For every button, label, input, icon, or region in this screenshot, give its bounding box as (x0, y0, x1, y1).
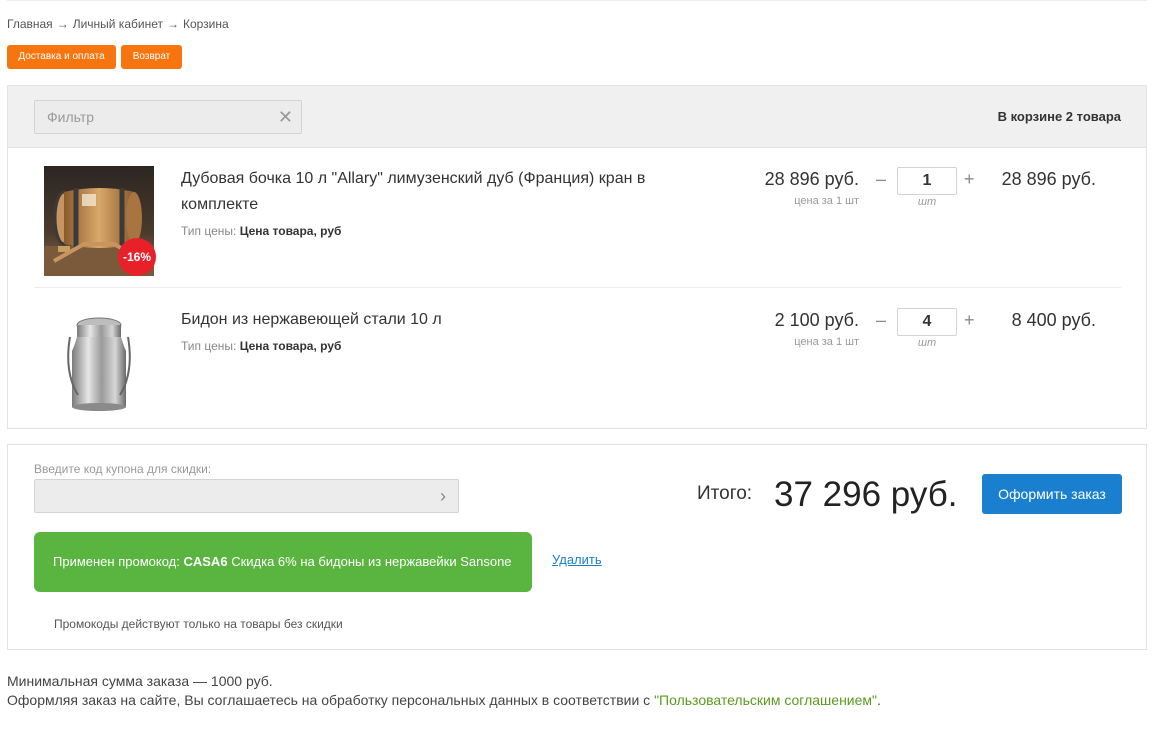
filter-field: ✕ (34, 100, 302, 134)
coupon-input[interactable] (34, 479, 459, 513)
applied-promo-banner: Применен промокод: CASA6 Скидка 6% на би… (34, 532, 532, 592)
cart-panel: ✕ В корзине 2 товара (7, 85, 1147, 429)
promo-code: CASA6 (183, 554, 228, 569)
unit-price-note: цена за 1 шт (794, 336, 859, 348)
agreement-text: Оформляя заказ на сайте, Вы соглашаетесь… (7, 692, 655, 708)
quantity-unit: шт (917, 196, 937, 208)
unit-price: 28 896 руб. (764, 169, 859, 189)
cart-count: В корзине 2 товара (997, 109, 1121, 124)
unit-price: 2 100 руб. (774, 310, 859, 330)
price-type-value: Цена товара, руб (239, 339, 342, 353)
quantity-input[interactable]: 4 (897, 308, 957, 336)
item-divider (34, 287, 1121, 288)
decrease-quantity-button[interactable]: – (876, 169, 886, 190)
increase-quantity-button[interactable]: + (964, 310, 975, 331)
remove-promo-link[interactable]: Удалить (552, 552, 602, 567)
item-total: 8 400 руб. (1011, 310, 1096, 330)
breadcrumb-separator: → (56, 17, 69, 31)
order-summary-panel: Введите код купона для скидки: › Примене… (7, 444, 1147, 650)
price-type-label: Тип цены: (181, 339, 237, 353)
close-icon[interactable]: ✕ (278, 107, 293, 128)
item-total: 28 896 руб. (1001, 169, 1096, 189)
cart-header: ✕ В корзине 2 товара (8, 86, 1146, 148)
top-divider (7, 0, 1147, 2)
delivery-payment-button[interactable]: Доставка и оплата (7, 45, 116, 69)
min-order-note: Минимальная сумма заказа — 1000 руб. (7, 673, 273, 689)
checkout-button[interactable]: Оформить заказ (982, 474, 1122, 514)
promo-note: Промокоды действуют только на товары без… (54, 617, 343, 631)
increase-quantity-button[interactable]: + (964, 169, 975, 190)
breadcrumb: Главная → Личный кабинет → Корзина (7, 17, 229, 31)
chevron-right-icon[interactable]: › (440, 479, 446, 513)
product-name[interactable]: Дубовая бочка 10 л "Allary" лимузенский … (181, 166, 701, 218)
breadcrumb-cart: Корзина (182, 17, 229, 31)
discount-badge: -16% (118, 238, 156, 276)
price-type-label: Тип цены: (181, 224, 237, 238)
coupon-label: Введите код купона для скидки: (34, 462, 212, 476)
total-value: 37 296 руб. (774, 475, 958, 514)
unit-price-note: цена за 1 шт (794, 195, 859, 207)
oak-barrel-image[interactable]: -16% (44, 166, 156, 276)
agreement-suffix: . (877, 692, 881, 708)
breadcrumb-account[interactable]: Личный кабинет (73, 17, 163, 31)
breadcrumb-home[interactable]: Главная (7, 17, 53, 31)
quantity-input[interactable]: 1 (897, 167, 957, 195)
promo-prefix: Применен промокод: (53, 554, 180, 569)
cart-item: -16% Дубовая бочка 10 л "Allary" лимузен… (34, 166, 1121, 278)
promo-description: Скидка 6% на бидоны из нержавейки Sanson… (231, 554, 512, 569)
milk-can-image[interactable] (44, 307, 154, 417)
cart-item: Бидон из нержавеющей стали 10 л Тип цены… (34, 307, 1121, 417)
product-name[interactable]: Бидон из нержавеющей стали 10 л (181, 307, 701, 333)
price-type: Тип цены: Цена товара, руб (181, 224, 341, 238)
returns-button[interactable]: Возврат (121, 45, 182, 69)
price-type: Тип цены: Цена товара, руб (181, 339, 341, 353)
user-agreement-link[interactable]: "Пользовательским соглашением" (654, 692, 877, 708)
breadcrumb-separator: → (166, 17, 179, 31)
filter-input[interactable] (35, 101, 265, 133)
price-type-value: Цена товара, руб (239, 224, 342, 238)
decrease-quantity-button[interactable]: – (876, 310, 886, 331)
total-label: Итого: (697, 483, 753, 504)
agreement-note: Оформляя заказ на сайте, Вы соглашаетесь… (7, 692, 881, 708)
quantity-unit: шт (917, 337, 937, 349)
